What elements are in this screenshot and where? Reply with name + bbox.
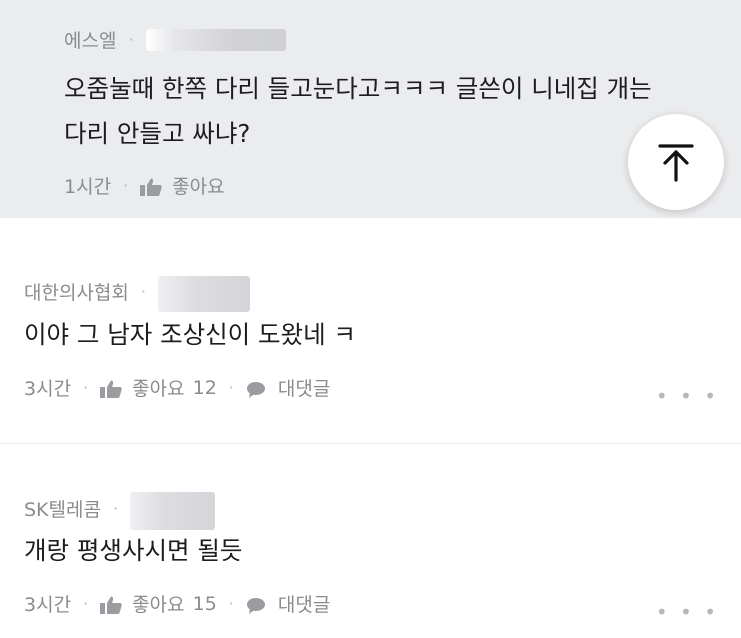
scroll-to-top-button[interactable] [628, 114, 724, 210]
like-button[interactable]: 좋아요 [140, 172, 225, 199]
reply-button[interactable]: 대댓글 [246, 590, 330, 617]
separator: · [228, 594, 234, 613]
comment-text: 개랑 평생사시면 될듯 [24, 536, 243, 565]
reply-label: 대댓글 [277, 378, 331, 400]
redacted-id [130, 492, 216, 530]
like-button[interactable]: 좋아요 15 [100, 590, 217, 617]
comment-item: SK텔레콤 · 개랑 평생사시면 될듯 3시간 · 좋아요 15 · 대댓글 •… [0, 444, 741, 638]
comment-footer: 3시간 · 좋아요 15 · 대댓글 [24, 590, 330, 617]
comment-footer: 1시간 · 좋아요 [64, 172, 225, 199]
comment-text: 오줌눌때 한쪽 다리 들고눈다고ㅋㅋㅋ 글쓴이 니네집 개는 다리 안들고 싸냐… [64, 74, 652, 148]
comment-bubble-icon [246, 381, 265, 398]
separator: · [83, 378, 89, 397]
timestamp: 3시간 [24, 594, 72, 616]
separator: · [123, 176, 129, 195]
more-options-icon[interactable]: • • • [656, 600, 719, 624]
comment-meta: 에스엘 · [64, 26, 286, 53]
separator: · [128, 30, 134, 49]
separator: · [140, 281, 146, 301]
reply-label: 대댓글 [277, 594, 331, 616]
like-count: 12 [192, 376, 217, 399]
author-name[interactable]: 에스엘 [64, 26, 116, 53]
reply-comment: 에스엘 · 오줌눌때 한쪽 다리 들고눈다고ㅋㅋㅋ 글쓴이 니네집 개는 다리 … [0, 0, 741, 218]
comment-feed: 에스엘 · 오줌눌때 한쪽 다리 들고눈다고ㅋㅋㅋ 글쓴이 니네집 개는 다리 … [0, 0, 741, 638]
like-count: 15 [192, 592, 217, 615]
separator: · [112, 498, 119, 518]
comment-item: 대한의사협회 · 이야 그 남자 조상신이 도왔네 ㅋ 3시간 · 좋아요 12… [0, 218, 741, 444]
redacted-id [157, 276, 250, 312]
redacted-id [145, 28, 286, 51]
separator: · [228, 378, 234, 397]
timestamp: 1시간 [64, 176, 112, 198]
more-options-icon[interactable]: • • • [656, 384, 719, 408]
arrow-up-icon [658, 144, 694, 182]
reply-button[interactable]: 대댓글 [246, 374, 330, 401]
comment-text: 이야 그 남자 조상신이 도왔네 ㅋ [24, 320, 356, 349]
like-label: 좋아요 [132, 378, 185, 400]
thumbs-up-icon [140, 178, 162, 196]
like-label: 좋아요 [132, 594, 185, 616]
like-button[interactable]: 좋아요 12 [100, 374, 217, 401]
like-label: 좋아요 [172, 176, 225, 198]
thumbs-up-icon [100, 596, 122, 614]
comment-bubble-icon [246, 597, 265, 614]
comment-meta: SK텔레콤 · [24, 486, 216, 530]
author-name[interactable]: 대한의사협회 [24, 278, 129, 305]
comment-meta: 대한의사협회 · [24, 270, 250, 312]
comment-footer: 3시간 · 좋아요 12 · 대댓글 [24, 374, 330, 401]
author-name[interactable]: SK텔레콤 [24, 495, 101, 522]
thumbs-up-icon [100, 380, 122, 398]
separator: · [83, 594, 89, 613]
timestamp: 3시간 [24, 378, 72, 400]
